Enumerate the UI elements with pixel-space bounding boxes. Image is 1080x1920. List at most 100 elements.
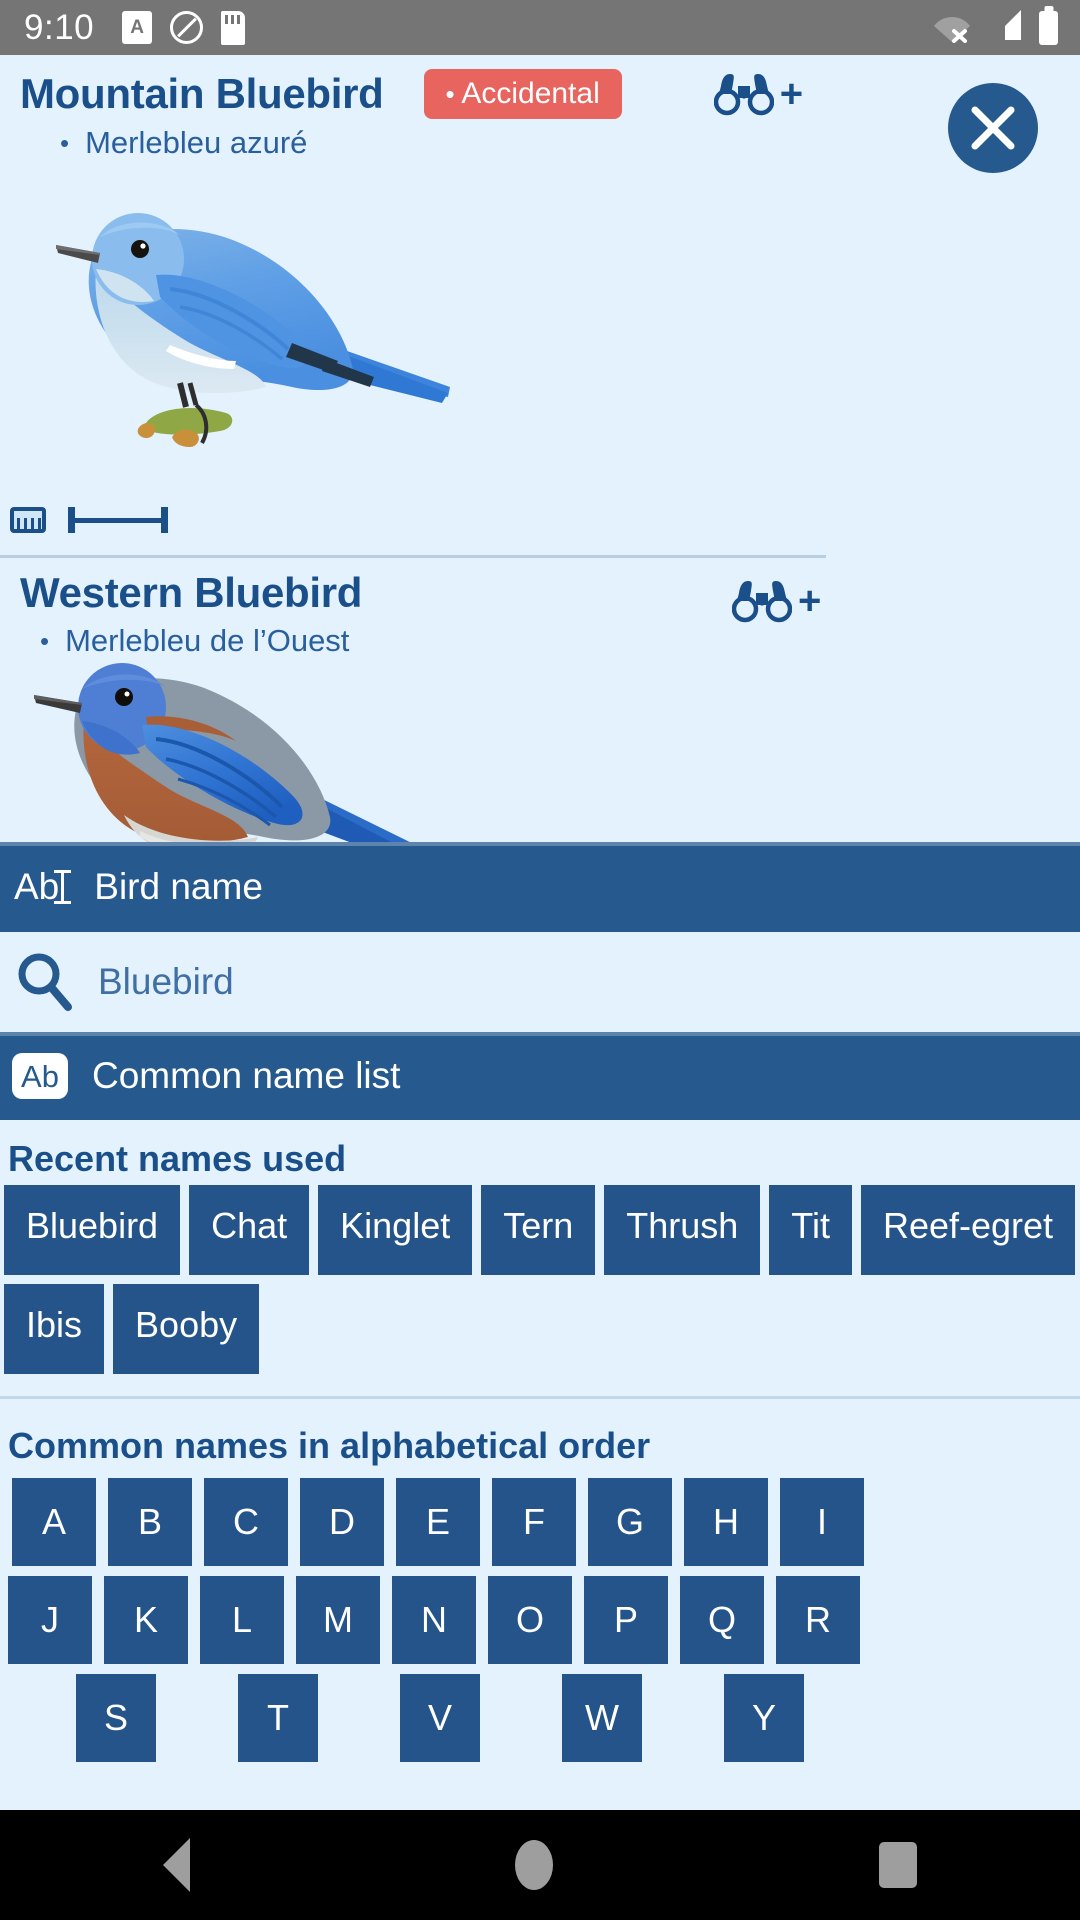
species-french-name-row: • Merlebleu azuré xyxy=(60,125,1080,161)
ab-badge-icon: Ab xyxy=(12,1053,68,1099)
scale-line xyxy=(68,507,168,533)
alphabet-key-g[interactable]: G xyxy=(588,1478,672,1566)
species-entry-western-bluebird[interactable]: Western Bluebird + • Merlebleu de l’Oues… xyxy=(20,569,1060,659)
alphabet-keypad: ABCDEFGHI JKLMNOPQR STVWY xyxy=(0,1478,1080,1772)
species-french-name-2: Merlebleu de l’Ouest xyxy=(65,623,350,658)
species-divider xyxy=(0,555,826,558)
font-size-icon: A xyxy=(122,11,153,44)
sd-card-icon xyxy=(221,10,246,45)
alphabet-row: ABCDEFGHI xyxy=(0,1478,1080,1566)
battery-icon xyxy=(1039,10,1058,45)
alphabet-key-t[interactable]: T xyxy=(238,1674,318,1762)
alphabet-row: JKLMNOPQR xyxy=(0,1576,1080,1664)
badge-label: Accidental xyxy=(461,77,600,110)
common-name-list-header-bar[interactable]: Ab Common name list xyxy=(0,1032,1080,1120)
add-icon: + xyxy=(779,72,804,116)
binoculars-icon xyxy=(713,74,774,116)
alphabet-key-j[interactable]: J xyxy=(8,1576,92,1664)
bird-name-header-bar[interactable]: Ab Bird name xyxy=(0,842,1080,932)
add-icon: + xyxy=(798,579,822,623)
observe-button-1[interactable]: + xyxy=(713,72,804,116)
do-not-disturb-icon xyxy=(170,11,204,44)
species-french-name-row-2: • Merlebleu de l’Ouest xyxy=(40,623,1060,659)
alphabet-key-b[interactable]: B xyxy=(108,1478,192,1566)
close-icon xyxy=(971,106,1015,150)
alphabet-key-p[interactable]: P xyxy=(584,1576,668,1664)
search-input[interactable]: Bluebird xyxy=(98,961,234,1003)
alphabet-key-n[interactable]: N xyxy=(392,1576,476,1664)
status-bar: 9:10 A xyxy=(0,0,1080,55)
alphabet-row: STVWY xyxy=(0,1674,1080,1762)
alphabet-key-c[interactable]: C xyxy=(204,1478,288,1566)
alphabet-key-v[interactable]: V xyxy=(400,1674,480,1762)
close-button[interactable] xyxy=(948,83,1038,173)
species-title-row: Mountain Bluebird • Accidental + xyxy=(20,69,1080,119)
recent-name-chip[interactable]: Ibis xyxy=(4,1284,105,1374)
bar-top-highlight xyxy=(0,842,1080,846)
recent-name-chip[interactable]: Kinglet xyxy=(318,1185,473,1275)
alphabet-key-w[interactable]: W xyxy=(562,1674,642,1762)
status-badge: • Accidental xyxy=(423,69,622,119)
western-bluebird-illustration xyxy=(34,663,410,842)
alphabetical-divider xyxy=(0,1396,1080,1399)
alphabet-key-k[interactable]: K xyxy=(104,1576,188,1664)
cell-signal-icon xyxy=(987,8,1023,47)
recent-name-chip[interactable]: Chat xyxy=(189,1185,310,1275)
alphabet-key-m[interactable]: M xyxy=(296,1576,380,1664)
search-row[interactable]: Bluebird xyxy=(0,932,1080,1032)
species-name: Mountain Bluebird xyxy=(20,70,384,117)
bar-top-highlight xyxy=(0,1032,1080,1036)
alphabet-key-l[interactable]: L xyxy=(200,1576,284,1664)
back-icon[interactable] xyxy=(162,1838,190,1892)
ruler-icon xyxy=(10,507,46,533)
species-results-panel: Mountain Bluebird • Accidental + • Merle… xyxy=(0,55,1080,842)
alphabet-key-q[interactable]: Q xyxy=(680,1576,764,1664)
species-name-2: Western Bluebird xyxy=(20,569,363,616)
recent-name-chip[interactable]: Thrush xyxy=(604,1185,761,1275)
scale-bar xyxy=(10,507,168,533)
status-bar-clock: 9:10 xyxy=(24,7,95,47)
search-icon xyxy=(18,953,72,1011)
bullet-icon: • xyxy=(40,625,50,656)
ibeam-glyph xyxy=(54,870,72,904)
wifi-off-icon xyxy=(933,13,971,43)
mountain-bluebird-illustration xyxy=(56,213,450,447)
scale-bar-line xyxy=(72,518,164,523)
alphabet-key-o[interactable]: O xyxy=(488,1576,572,1664)
android-nav-bar xyxy=(0,1810,1080,1920)
app-root: 9:10 A Mountain Bluebird • Accidental + … xyxy=(0,0,1080,1920)
alphabet-key-e[interactable]: E xyxy=(396,1478,480,1566)
recent-name-chip[interactable]: Tit xyxy=(769,1185,852,1275)
recent-names-chip-list: Bluebird Chat Kinglet Tern Thrush Tit Reef-egr… xyxy=(4,1185,1076,1374)
species-french-name: Merlebleu azuré xyxy=(85,125,308,160)
alphabet-key-s[interactable]: S xyxy=(76,1674,156,1762)
recents-icon[interactable] xyxy=(879,1842,918,1888)
alphabet-key-h[interactable]: H xyxy=(684,1478,768,1566)
badge-dot-icon: • xyxy=(445,79,455,109)
recent-name-chip[interactable]: Bluebird xyxy=(4,1185,181,1275)
bird-name-header-label: Bird name xyxy=(94,866,263,907)
recent-name-chip[interactable]: Tern xyxy=(481,1185,596,1275)
status-bar-right-icons xyxy=(933,0,1058,55)
common-name-list-label: Common name list xyxy=(92,1055,401,1096)
text-cursor-icon: Ab xyxy=(14,866,72,908)
alphabet-key-d[interactable]: D xyxy=(300,1478,384,1566)
text-cursor-icon-label: Ab xyxy=(14,866,60,907)
binoculars-icon xyxy=(732,581,792,623)
scale-cap-right xyxy=(161,507,168,533)
status-bar-left-icons: A xyxy=(122,10,246,45)
recent-name-chip[interactable]: Reef-egret xyxy=(860,1185,1076,1275)
alphabet-key-a[interactable]: A xyxy=(12,1478,96,1566)
alphabetical-heading: Common names in alphabetical order xyxy=(8,1425,651,1466)
alphabet-key-r[interactable]: R xyxy=(776,1576,860,1664)
alphabet-key-y[interactable]: Y xyxy=(724,1674,804,1762)
observe-button-2[interactable]: + xyxy=(732,579,821,623)
home-icon[interactable] xyxy=(515,1840,554,1890)
bullet-icon: • xyxy=(60,127,70,158)
recent-names-heading: Recent names used xyxy=(8,1138,347,1179)
alphabet-key-i[interactable]: I xyxy=(780,1478,864,1566)
alphabet-key-f[interactable]: F xyxy=(492,1478,576,1566)
species-entry-mountain-bluebird[interactable]: Mountain Bluebird • Accidental + • Merle… xyxy=(0,55,1080,161)
recent-name-chip[interactable]: Booby xyxy=(113,1284,260,1374)
species-title-row-2: Western Bluebird + xyxy=(20,569,1060,623)
